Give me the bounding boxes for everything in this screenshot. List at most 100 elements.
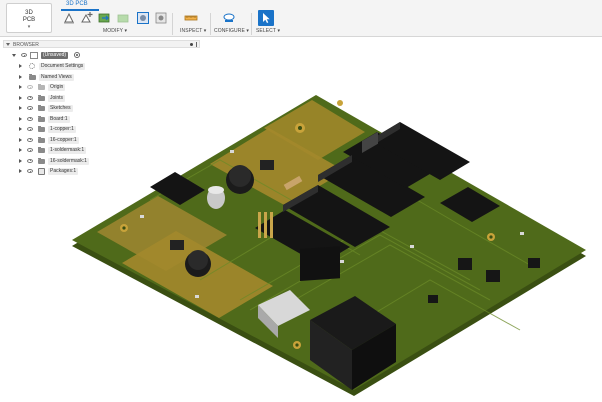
gear-icon [29,63,35,69]
display-settings-icon[interactable] [136,11,150,25]
small-ic [458,258,472,270]
collapse-triangle-icon[interactable] [6,43,10,46]
chevron-down-icon: ▾ [27,24,31,30]
select-arrow-icon[interactable] [258,10,274,26]
body-icon [38,136,45,143]
folder-icon [29,73,36,80]
toolbar-divider [251,13,252,35]
document-icon [30,52,38,59]
expand-triangle-icon[interactable] [19,64,22,68]
move-body-icon[interactable] [97,11,111,25]
browser-pin-icon[interactable] [196,42,197,47]
toolbar: 3D PCB ▾ 3D PCB MODIFY ▾ INSPECT ▾ CONFI… [0,0,602,37]
expand-triangle-icon[interactable] [19,116,22,121]
tree-item-label: Packages:1 [48,168,79,175]
tree-item-joints[interactable]: Joints [0,94,200,103]
tree-item-board[interactable]: Board:1 [0,115,200,124]
configure-icon[interactable] [222,11,236,25]
tree-item-label: 16-soldermask:1 [48,157,89,165]
inductor-bottom-cap [188,250,208,270]
expand-triangle-icon[interactable] [19,127,22,131]
inductor-top-cap [229,165,251,187]
toolbar-divider [210,13,211,35]
inspect-menu[interactable]: INSPECT ▾ [180,28,206,34]
activate-radio-icon[interactable] [74,52,80,58]
browser-panel: BROWSER (Unsaved) Document Settings Name… [0,40,200,180]
configure-menu[interactable]: CONFIGURE ▾ [214,28,249,34]
tree-item-origin[interactable]: Origin [0,83,200,92]
tree-item-packages[interactable]: Packages:1 [0,167,200,176]
small-ic-4 [428,295,438,303]
pin-header-pin [264,212,267,238]
folder-icon [38,94,45,101]
tree-item-label: Board:1 [48,115,70,123]
body-icon [38,115,45,122]
modify-menu[interactable]: MODIFY ▾ [103,28,127,34]
tree-item-1-soldermask[interactable]: 1-soldermask:1 [0,146,200,155]
browser-header[interactable]: BROWSER [3,40,200,48]
folder-icon [38,105,45,111]
tab-3d-pcb[interactable]: 3D PCB [66,1,88,7]
tree-item-label: 1-soldermask:1 [48,147,87,154]
tree-root[interactable]: (Unsaved) [0,51,200,60]
visibility-eye-icon[interactable] [27,158,33,163]
main-ic [300,246,340,282]
app-window: 3D PCB ▾ 3D PCB MODIFY ▾ INSPECT ▾ CONFI… [0,0,602,402]
tree-item-document-settings[interactable]: Document Settings [0,62,200,71]
body-icon [38,147,45,153]
browser-title: BROWSER [13,42,39,48]
add-body-icon[interactable] [80,11,94,25]
expand-triangle-icon[interactable] [12,54,16,57]
visibility-eye-icon[interactable] [27,137,33,142]
workspace-label-line1: 3D [25,10,33,16]
tree-item-16-soldermask[interactable]: 16-soldermask:1 [0,157,200,166]
visibility-eye-icon[interactable] [27,169,33,173]
tree-item-named-views[interactable]: Named Views [0,73,200,82]
small-ic-2 [486,270,500,282]
browser-options-icon[interactable] [190,43,193,46]
tree-item-16-copper[interactable]: 16-copper:1 [0,136,200,145]
workspace-label-line2: PCB [22,17,36,23]
tree-item-1-copper[interactable]: 1-copper:1 [0,125,200,134]
select-menu[interactable]: SELECT ▾ [256,28,280,34]
tree-item-label: Named Views [39,73,74,81]
tree-item-label: Sketches [48,105,73,112]
tree-item-label: Document Settings [39,63,86,70]
visibility-eye-icon[interactable] [27,85,33,89]
visibility-eye-icon[interactable] [27,106,33,110]
visibility-eye-icon[interactable] [27,95,33,100]
expand-triangle-icon[interactable] [19,74,22,79]
visibility-eye-icon[interactable] [27,148,33,152]
align-icon[interactable] [116,11,130,25]
workspace-switcher-button[interactable]: 3D PCB ▾ [6,3,52,33]
expand-triangle-icon[interactable] [19,85,22,89]
tree-item-label: Joints [48,94,66,102]
toolbar-divider [172,13,173,35]
measure-icon[interactable] [184,11,198,25]
component-icon [38,168,45,175]
visibility-eye-icon[interactable] [27,127,33,131]
tree-item-sketches[interactable]: Sketches [0,104,200,113]
pin-header-pin [258,212,261,238]
pin-header-pin [270,212,273,238]
regulator-ic-2 [170,240,184,250]
regulator-ic [260,160,274,170]
capacitor-top [208,186,224,194]
folder-icon [38,84,45,90]
visibility-eye-icon[interactable] [21,53,27,57]
expand-triangle-icon[interactable] [19,95,22,100]
body-icon [38,157,45,164]
ecad-sync-icon[interactable] [154,11,168,25]
small-ic-3 [528,258,540,268]
push-pull-icon[interactable] [62,11,76,25]
root-label[interactable]: (Unsaved) [41,52,69,59]
expand-triangle-icon[interactable] [19,148,22,152]
tree-item-label: 1-copper:1 [48,126,76,133]
expand-triangle-icon[interactable] [19,137,22,142]
tree-item-label: 16-copper:1 [48,136,79,144]
body-icon [38,126,45,132]
expand-triangle-icon[interactable] [19,169,22,173]
visibility-eye-icon[interactable] [27,116,33,121]
expand-triangle-icon[interactable] [19,106,22,110]
expand-triangle-icon[interactable] [19,158,22,163]
